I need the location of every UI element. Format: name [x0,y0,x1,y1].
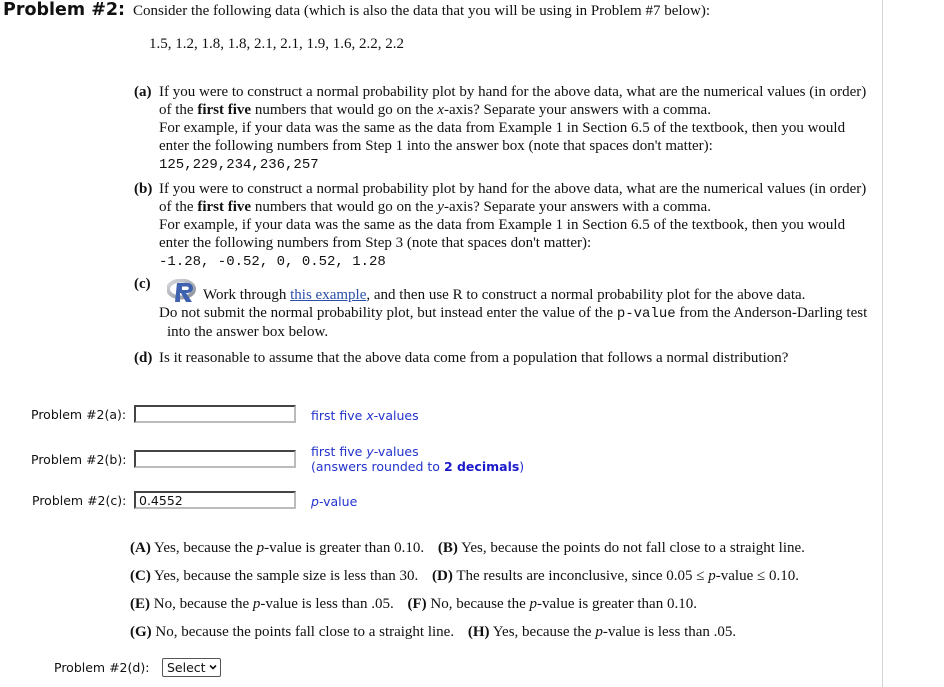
problem-title: Problem #2: [3,0,126,20]
choice-line-1: (A) Yes, because the p-value is greater … [130,538,805,566]
answer-c-label: Problem #2(c): [32,493,127,508]
part-d-body: Is it reasonable to assume that the abov… [159,349,874,367]
answer-a-input[interactable] [134,405,296,423]
chevron-down-icon [209,664,217,670]
part-c-text-3: Do not submit the normal probability plo… [159,305,617,321]
part-b-axis: y [437,199,444,215]
choice-line-2: (C) Yes, because the sample size is less… [130,566,805,594]
part-b-text-3: -axis? Separate your answers with a comm… [443,199,711,215]
choices-list: (A) Yes, because the p-value is greater … [130,538,805,650]
answer-b-hint: first five y-values (answers rounded to 2… [311,444,525,474]
problem-intro: Consider the following data (which is al… [133,3,711,19]
answer-a-hint: first five x-values [311,408,419,423]
answer-c-input[interactable] [134,491,296,509]
choice-line-3: (E) No, because the p-value is less than… [130,594,805,622]
part-c: (c) Work through this example, and then … [134,276,874,341]
part-c-label: (c) [134,276,151,292]
choice-g: (G) No, because the points fall close to… [130,624,455,640]
answer-d-select[interactable]: Select [162,658,221,677]
part-d: (d) Is it reasonable to assume that the … [134,349,874,367]
choice-f: (F) No, because the p-value is greater t… [407,596,697,612]
page-divider [882,0,883,687]
part-b-example-answer: -1.28, -0.52, 0, 0.52, 1.28 [159,254,386,270]
choice-e: (E) No, because the p-value is less than… [130,596,394,612]
part-b-bold: first five [197,199,252,215]
part-b-text-2: numbers that would go on the [251,199,438,215]
answer-d-label: Problem #2(d): [54,660,150,675]
r-logo-icon [166,278,201,302]
part-b-example: For example, if your data was the same a… [159,217,846,251]
choice-h: (H) Yes, because the p-value is less tha… [467,624,737,640]
choice-b: (B) Yes, because the points do not fall … [437,540,805,556]
part-c-text-2: , and then use R to construct a normal p… [366,287,806,303]
part-a-body: If you were to construct a normal probab… [159,83,874,174]
data-values: 1.5, 1.2, 1.8, 1.8, 2.1, 2.1, 1.9, 1.6, … [149,36,404,52]
part-b-label: (b) [134,181,153,197]
choice-a: (A) Yes, because the p-value is greater … [130,540,425,556]
part-c-text: Work through [203,287,291,303]
answer-a-label: Problem #2(a): [31,407,127,422]
this-example-link[interactable]: this example [290,287,366,303]
choice-c: (C) Yes, because the sample size is less… [130,568,419,584]
answer-c-hint: p-value [311,494,358,509]
part-a-bold: first five [197,102,252,118]
part-b-body: If you were to construct a normal probab… [159,180,874,271]
choice-d: (D) The results are inconclusive, since … [432,568,799,584]
answer-b-input[interactable] [134,450,296,468]
part-a-text-2: numbers that would go on the [251,102,438,118]
choice-line-4: (G) No, because the points fall close to… [130,622,805,650]
part-a-example: For example, if your data was the same a… [159,120,846,154]
part-a-text-3: -axis? Separate your answers with a comm… [443,102,711,118]
answer-d-selected: Select [167,660,206,675]
part-c-body: Work through this example, and then use … [159,278,874,341]
part-a-example-answer: 125,229,234,236,257 [159,157,319,173]
part-a: (a) If you were to construct a normal pr… [134,83,874,174]
part-c-code: p-value [616,306,676,322]
part-a-axis: x [437,102,444,118]
part-d-label: (d) [134,350,153,366]
part-b: (b) If you were to construct a normal pr… [134,180,874,271]
part-a-label: (a) [134,84,152,100]
answer-b-label: Problem #2(b): [31,452,127,467]
part-d-text: Is it reasonable to assume that the abov… [159,350,789,366]
problem-header: Problem #2: Consider the following data … [3,0,710,20]
